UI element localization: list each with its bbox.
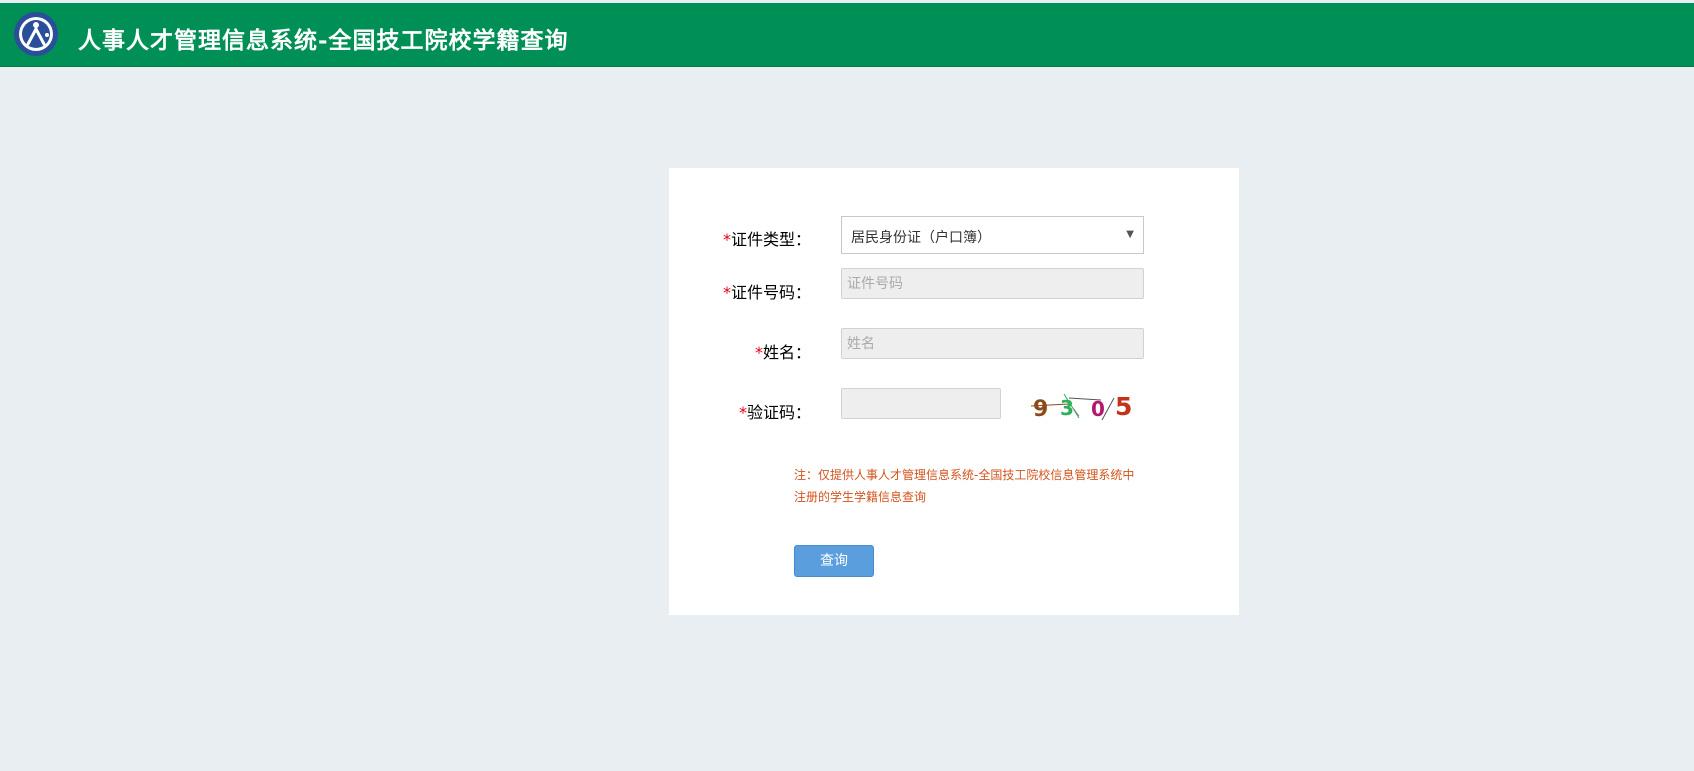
required-mark: * xyxy=(754,343,763,362)
notice-text: 注：仅提供人事人才管理信息系统-全国技工院校信息管理系统中注册的学生学籍信息查询 xyxy=(794,468,1135,504)
captcha-input[interactable] xyxy=(841,388,1001,419)
id-number-input[interactable] xyxy=(841,268,1144,299)
id-number-label: *证件号码： xyxy=(722,283,811,302)
app-title: 人事人才管理信息系统-全国技工院校学籍查询 xyxy=(78,27,569,54)
id-type-label: *证件类型： xyxy=(722,230,811,249)
query-button[interactable]: 查询 xyxy=(794,545,874,577)
captcha-digit: 5 xyxy=(1115,392,1132,421)
id-type-selected-value: 居民身份证（户口簿） xyxy=(851,230,991,246)
required-mark: * xyxy=(722,230,731,249)
captcha-digit: 3 xyxy=(1060,396,1074,420)
captcha-image[interactable]: 9 3 0 5 xyxy=(1029,388,1139,426)
required-mark: * xyxy=(738,403,747,422)
query-form-card: *证件类型： 居民身份证（户口簿） ▼ *证件号码： *姓名： *验证码： 9 … xyxy=(669,168,1239,615)
logo-icon xyxy=(14,12,58,56)
id-type-select[interactable]: 居民身份证（户口簿） ▼ xyxy=(841,216,1144,254)
triangle-down-icon: ▼ xyxy=(1126,229,1134,240)
captcha-digit: 0 xyxy=(1091,397,1105,421)
required-mark: * xyxy=(722,283,731,302)
captcha-label: *验证码： xyxy=(738,403,811,422)
name-input[interactable] xyxy=(841,328,1144,359)
captcha-digit: 9 xyxy=(1033,397,1048,422)
top-header: 人事人才管理信息系统-全国技工院校学籍查询 xyxy=(0,3,1694,67)
name-label: *姓名： xyxy=(754,343,811,362)
